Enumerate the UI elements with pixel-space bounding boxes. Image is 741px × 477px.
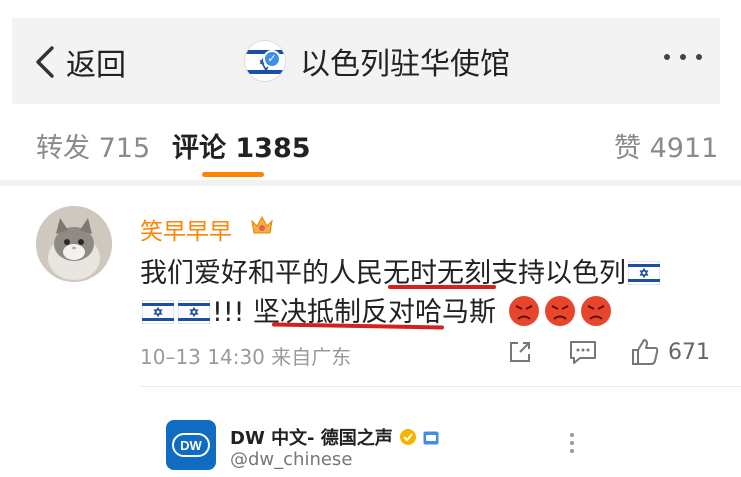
- red-underline-mark: [388, 285, 496, 289]
- comment-text-line-2: !!! 坚决抵制反对哈马斯: [140, 290, 613, 329]
- account-title[interactable]: 以色列驻华使馆: [244, 38, 510, 84]
- thumbs-up-icon: [632, 339, 659, 365]
- dw-logo: DW: [166, 420, 216, 470]
- card-handle: @dw_chinese: [230, 449, 353, 470]
- comment-time: 10–13 14:30: [140, 345, 265, 369]
- like-button[interactable]: 671: [630, 336, 710, 368]
- top-nav-bar: 返回 以色列驻华使馆: [12, 18, 720, 104]
- share-icon: [510, 342, 530, 362]
- active-tab-indicator: [202, 172, 264, 177]
- angry-face-icon: [580, 296, 611, 326]
- card-account-name[interactable]: DW 中文- 德国之声: [230, 424, 439, 450]
- section-divider: [0, 180, 741, 186]
- dw-logo-text: DW: [180, 438, 202, 453]
- divider-line: [140, 386, 741, 387]
- tab-bar: 转发 715 评论 1385 赞 4911: [0, 122, 741, 178]
- gold-verified-icon: [400, 429, 417, 445]
- back-button[interactable]: 返回: [32, 42, 126, 83]
- israel-flag-icon: [142, 300, 174, 324]
- tab-comments[interactable]: 评论 1385: [172, 126, 311, 165]
- comment-location: 来自广东: [271, 345, 352, 369]
- share-button[interactable]: [506, 336, 534, 368]
- card-name-text: DW 中文- 德国之声: [230, 428, 393, 449]
- membership-badge-icon: [423, 431, 439, 445]
- vertical-more-icon[interactable]: [570, 433, 574, 453]
- more-dots-icon[interactable]: [664, 54, 702, 60]
- tab-likes[interactable]: 赞 4911: [614, 126, 718, 165]
- comment-username[interactable]: 笑早早早: [140, 212, 232, 246]
- angry-face-icon: [544, 296, 575, 326]
- tab-reposts[interactable]: 转发 715: [36, 126, 150, 165]
- comment-icon: [570, 341, 596, 364]
- user-avatar[interactable]: [36, 206, 112, 282]
- verified-badge-icon: ✓: [263, 50, 281, 68]
- back-label: 返回: [66, 48, 126, 83]
- angry-face-icon: [508, 296, 539, 326]
- page-title: 以色列驻华使馆: [300, 47, 510, 82]
- comment-meta: 10–13 14:30 来自广东: [140, 341, 351, 370]
- like-count: 671: [668, 339, 710, 365]
- israel-flag-icon: [178, 300, 210, 324]
- israel-flag-icon: [628, 261, 660, 285]
- chevron-left-icon: [36, 46, 54, 78]
- crown-badge-icon: [251, 215, 273, 234]
- reply-button[interactable]: [568, 336, 598, 368]
- comment-text: 我们爱好和平的人民无时无刻支持以色列: [140, 258, 626, 289]
